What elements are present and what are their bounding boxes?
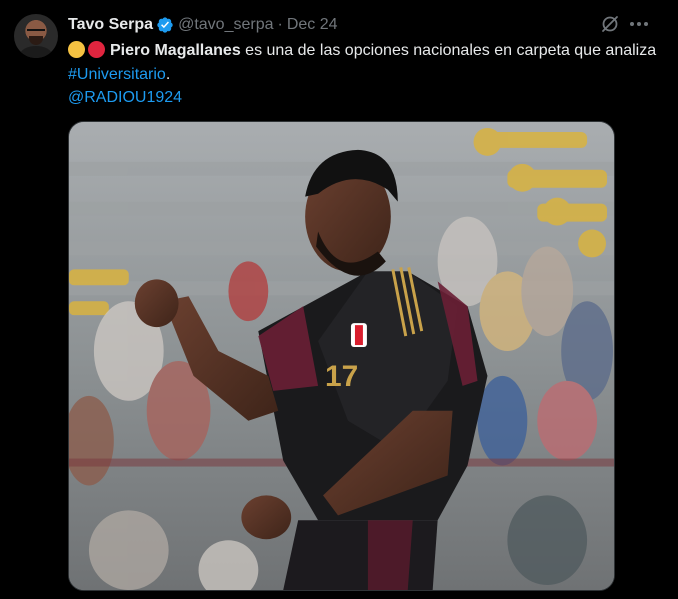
more-options-icon[interactable] — [630, 22, 648, 26]
yellow-circle-emoji-icon — [68, 41, 85, 58]
author-handle[interactable]: @tavo_serpa — [178, 16, 273, 34]
tweet-header: Tavo Serpa @tavo_serpa · Dec 24 — [68, 15, 338, 35]
tweet-media-image[interactable]: 17 — [68, 121, 615, 591]
tweet-text-bold: Piero Magallanes — [110, 42, 241, 59]
tweet-text: Piero Magallanes es una de las opciones … — [68, 39, 663, 110]
tweet-text-body: es una de las opciones nacionales en car… — [240, 42, 657, 59]
header-separator: · — [277, 16, 283, 33]
tweet-text-end: . — [165, 65, 171, 83]
player-photo: 17 — [69, 122, 614, 590]
svg-text:17: 17 — [325, 360, 358, 393]
red-circle-emoji-icon — [88, 41, 105, 58]
mention-link[interactable]: @RADIOU1924 — [68, 89, 182, 106]
verified-badge-icon — [157, 17, 173, 33]
hashtag-link[interactable]: #Universitario — [68, 66, 166, 83]
grok-icon[interactable] — [600, 14, 620, 34]
author-name[interactable]: Tavo Serpa — [68, 16, 153, 34]
tweet-card[interactable]: Tavo Serpa @tavo_serpa · Dec 24 Piero Ma… — [0, 0, 678, 599]
author-avatar[interactable] — [14, 14, 58, 58]
tweet-date[interactable]: Dec 24 — [287, 16, 338, 34]
